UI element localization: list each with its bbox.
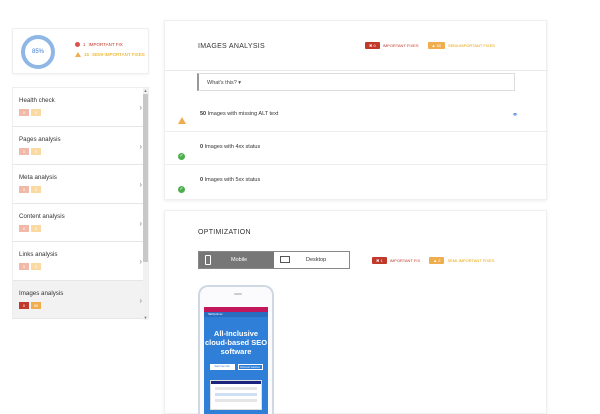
- semi-important-label: SEMI-IMPORTANT FIXES: [447, 258, 495, 263]
- semi-important-badge: 0: [31, 263, 41, 270]
- important-fix-label: IMPORTANT FIXES: [382, 43, 419, 48]
- semi-important-label: SEMI-IMPORTANT FIXES: [92, 52, 145, 57]
- warning-icon: [178, 111, 186, 129]
- phone-speaker: [234, 293, 242, 295]
- chevron-right-icon: ›: [139, 180, 142, 189]
- error-icon: [75, 42, 80, 47]
- preview-brand: SEOptimer: [204, 312, 268, 317]
- desktop-tab-label: Desktop: [306, 257, 327, 263]
- analysis-nav: Health check 00 › Pages analysis 00 › Me…: [12, 87, 149, 320]
- image-check-text: 0 Images with 4xx status: [200, 144, 261, 150]
- important-badge: 0: [19, 301, 29, 309]
- nav-item-pages-analysis[interactable]: Pages analysis 00 ›: [13, 127, 148, 165]
- nav-item-health-check[interactable]: Health check 00 ›: [13, 88, 148, 127]
- important-badge: 0: [19, 224, 29, 232]
- semi-important-summary: 15 SEMI-IMPORTANT FIXES: [75, 52, 145, 57]
- chevron-right-icon: ›: [139, 141, 142, 151]
- page: 85% 1 IMPORTANT FIX 15 SEMI-IMPORTANT FI…: [0, 0, 600, 414]
- mobile-tab[interactable]: Mobile: [199, 252, 274, 268]
- nav-item-label: Images analysis: [19, 289, 64, 297]
- semi-important-badge: 50: [31, 301, 41, 309]
- mobile-preview-screen: SEOptimer All-Inclusive cloud-based SEO …: [204, 307, 268, 414]
- nav-item-label: Health check: [19, 97, 55, 104]
- link-icon[interactable]: ⚭: [512, 111, 518, 119]
- chevron-right-icon: ›: [139, 295, 142, 305]
- nav-item-content-analysis[interactable]: Content analysis 00 ›: [13, 204, 148, 242]
- nav-item-links-analysis[interactable]: Links analysis 00 ›: [13, 242, 148, 281]
- nav-item-label: Content analysis: [19, 212, 65, 220]
- nav-scrollbar-thumb[interactable]: [143, 94, 148, 262]
- semi-important-badge: 0: [31, 147, 41, 155]
- nav-item-images-analysis[interactable]: Images analysis 0 50 ›: [13, 280, 148, 319]
- important-badge: 0: [19, 263, 29, 270]
- important-fix-badge: ✖ 1: [372, 257, 387, 264]
- monitor-icon: [280, 256, 290, 263]
- optimization-card: OPTIMIZATION Mobile Desktop ✖ 1 IMPORTAN…: [164, 210, 547, 414]
- image-check-text: 0 Images with 5xx status: [200, 177, 261, 183]
- semi-important-count: 15: [84, 52, 90, 57]
- nav-item-meta-analysis[interactable]: Meta analysis 00 ›: [13, 165, 148, 204]
- nav-item-label: Links analysis: [19, 251, 58, 258]
- check-icon: ✓: [178, 186, 185, 193]
- important-fix-label: IMPORTANT FIX: [88, 42, 123, 47]
- preview-button-primary: Start free trial: [209, 364, 235, 370]
- chevron-right-icon: ›: [139, 218, 142, 228]
- whats-this-toggle[interactable]: What's this? ▾: [197, 73, 515, 91]
- important-fix-badge: ✖ 0: [365, 42, 380, 49]
- optimization-title: OPTIMIZATION: [198, 229, 251, 236]
- preview-screenshot: [210, 380, 262, 410]
- optimization-fix-badges: ✖ 1 IMPORTANT FIX ▲ 2 SEMI-IMPORTANT FIX…: [372, 257, 494, 264]
- mobile-tab-label: Mobile: [231, 257, 248, 263]
- chevron-right-icon: ›: [139, 103, 142, 112]
- warning-icon: [75, 52, 81, 57]
- nav-item-label: Pages analysis: [19, 135, 61, 143]
- semi-important-badge: ▲ 2: [429, 257, 445, 264]
- images-analysis-header: IMAGES ANALYSIS ✖ 0 IMPORTANT FIXES ▲ 50…: [165, 21, 548, 71]
- image-check-row-5xx: ✓ 0 Images with 5xx status: [165, 165, 548, 198]
- semi-important-badge: 0: [31, 224, 41, 232]
- score-percent: 85%: [31, 49, 44, 55]
- semi-important-badge: 0: [31, 109, 41, 116]
- chevron-right-icon: ›: [139, 257, 142, 266]
- preview-buttons: Start free trial Discover features: [204, 364, 268, 370]
- scroll-up-icon[interactable]: ▲: [143, 88, 148, 93]
- important-badge: 0: [19, 186, 29, 193]
- preview-button-secondary: Discover features: [237, 364, 263, 370]
- device-toggle: Mobile Desktop: [198, 251, 350, 269]
- check-icon: ✓: [178, 153, 185, 160]
- important-fix-label: IMPORTANT FIX: [389, 258, 421, 263]
- important-badge: 0: [19, 147, 29, 155]
- semi-important-badge: ▲ 50: [427, 42, 446, 49]
- images-analysis-card: IMAGES ANALYSIS ✖ 0 IMPORTANT FIXES ▲ 50…: [164, 20, 548, 200]
- phone-icon: [205, 255, 211, 265]
- score-gauge: 85%: [21, 35, 55, 69]
- mobile-preview: SEOptimer All-Inclusive cloud-based SEO …: [198, 285, 274, 414]
- important-fix-count: 1: [83, 42, 86, 47]
- score-summary-card: 85% 1 IMPORTANT FIX 15 SEMI-IMPORTANT FI…: [12, 28, 149, 74]
- important-badge: 0: [19, 109, 29, 116]
- semi-important-badge: 0: [31, 186, 41, 193]
- preview-hero-text: All-Inclusive cloud-based SEO software: [204, 329, 268, 356]
- image-check-row-missing-alt: 50 Images with missing ALT text ⚭: [165, 99, 548, 132]
- desktop-tab[interactable]: Desktop: [274, 252, 349, 268]
- nav-item-label: Meta analysis: [19, 174, 57, 181]
- image-check-row-4xx: ✓ 0 Images with 4xx status: [165, 132, 548, 165]
- images-fix-badges: ✖ 0 IMPORTANT FIXES ▲ 50 SEMI-IMPORTANT …: [365, 42, 495, 49]
- image-check-text: 50 Images with missing ALT text: [200, 111, 279, 117]
- semi-important-label: SEMI-IMPORTANT FIXES: [448, 43, 495, 48]
- scroll-down-icon[interactable]: ▼: [143, 315, 148, 320]
- nav-scrollbar[interactable]: ▲ ▼: [143, 88, 148, 320]
- images-analysis-title: IMAGES ANALYSIS: [198, 43, 266, 50]
- important-fix-summary: 1 IMPORTANT FIX: [75, 42, 123, 47]
